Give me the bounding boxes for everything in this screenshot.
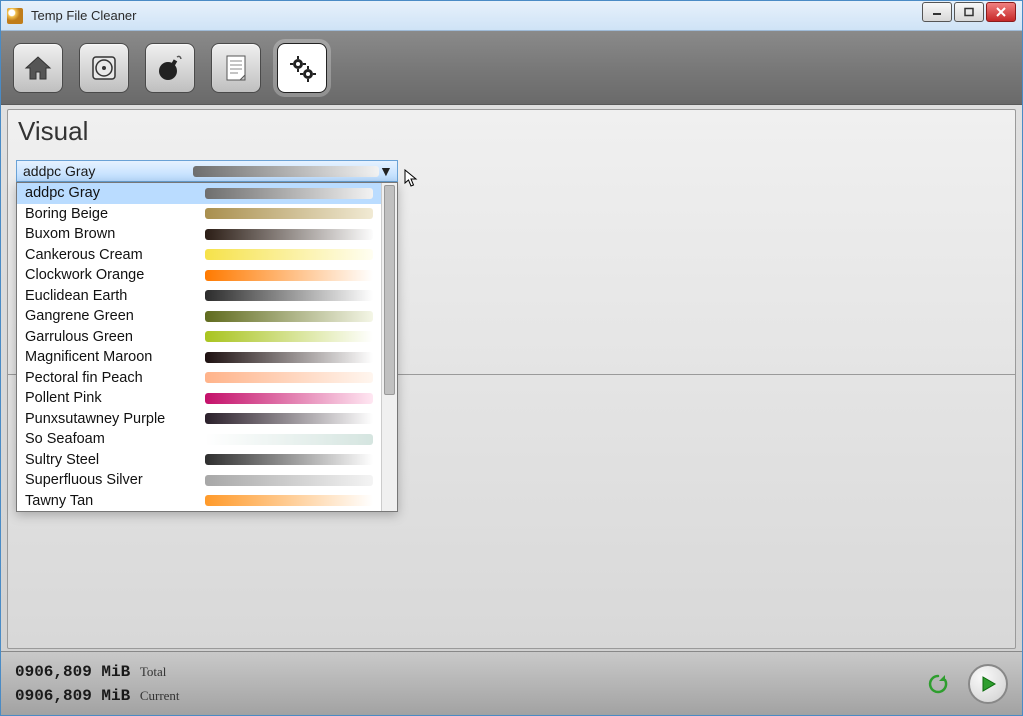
option-swatch [205, 413, 373, 424]
option-label: Superfluous Silver [25, 472, 205, 488]
option-label: Clockwork Orange [25, 267, 205, 283]
stat-current-label: Current [140, 688, 180, 703]
clean-button[interactable] [145, 43, 195, 93]
option-label: Pectoral fin Peach [25, 370, 205, 386]
window-title: Temp File Cleaner [31, 8, 137, 23]
option-label: Boring Beige [25, 206, 205, 222]
theme-option[interactable]: Euclidean Earth [17, 286, 381, 307]
home-icon [22, 52, 54, 84]
option-label: Punxsutawney Purple [25, 411, 205, 427]
theme-option[interactable]: Clockwork Orange [17, 265, 381, 286]
option-swatch [205, 270, 373, 281]
option-swatch [205, 290, 373, 301]
option-label: Euclidean Earth [25, 288, 205, 304]
option-swatch [205, 352, 373, 363]
maximize-button[interactable] [954, 2, 984, 22]
minimize-button[interactable] [922, 2, 952, 22]
theme-option[interactable]: Pollent Pink [17, 388, 381, 409]
stat-total-label: Total [140, 664, 167, 679]
section-title: Visual [8, 110, 1015, 147]
option-swatch [205, 208, 373, 219]
theme-dropdown[interactable]: addpc Gray Boring Beige Buxom Brown Cankero… [16, 182, 398, 512]
stat-total-value: 0906,809 MiB [15, 663, 130, 681]
disk-icon [88, 52, 120, 84]
home-button[interactable] [13, 43, 63, 93]
stat-current: 0906,809 MiB Current [15, 684, 1008, 708]
report-button[interactable] [211, 43, 261, 93]
option-label: Tawny Tan [25, 493, 205, 509]
option-label: So Seafoam [25, 431, 205, 447]
close-icon [995, 7, 1007, 17]
theme-option[interactable]: Buxom Brown [17, 224, 381, 245]
close-button[interactable] [986, 2, 1016, 22]
theme-option[interactable]: Tawny Tan [17, 491, 381, 512]
bomb-icon [154, 52, 186, 84]
gears-icon [286, 52, 318, 84]
theme-option[interactable]: Pectoral fin Peach [17, 368, 381, 389]
theme-option[interactable]: Punxsutawney Purple [17, 409, 381, 430]
theme-option[interactable]: addpc Gray [17, 183, 381, 204]
option-swatch [205, 495, 373, 506]
theme-selected-label: addpc Gray [23, 163, 193, 179]
theme-select[interactable]: addpc Gray ▼ [16, 160, 398, 182]
play-icon [979, 675, 997, 693]
theme-option[interactable]: Sultry Steel [17, 450, 381, 471]
option-label: Magnificent Maroon [25, 349, 205, 365]
stat-current-value: 0906,809 MiB [15, 687, 130, 705]
theme-option[interactable]: Cankerous Cream [17, 245, 381, 266]
app-icon [7, 8, 23, 24]
refresh-icon[interactable] [926, 672, 950, 696]
scrollbar-thumb[interactable] [384, 185, 395, 395]
option-swatch [205, 372, 373, 383]
option-swatch [205, 393, 373, 404]
minimize-icon [931, 7, 943, 17]
option-label: Pollent Pink [25, 390, 205, 406]
option-label: Gangrene Green [25, 308, 205, 324]
option-swatch [205, 311, 373, 322]
option-swatch [205, 331, 373, 342]
maximize-icon [963, 7, 975, 17]
settings-button[interactable] [277, 43, 327, 93]
window-controls [922, 2, 1016, 22]
toolbar [1, 31, 1022, 105]
option-swatch [205, 249, 373, 260]
report-icon [220, 52, 252, 84]
option-label: addpc Gray [25, 185, 205, 201]
option-list: addpc Gray Boring Beige Buxom Brown Cankero… [17, 183, 381, 511]
run-button[interactable] [968, 664, 1008, 704]
theme-option[interactable]: Superfluous Silver [17, 470, 381, 491]
option-label: Cankerous Cream [25, 247, 205, 263]
content-area: Visual addpc Gray ▼ addpc Gray Boring Bei… [1, 105, 1022, 651]
option-swatch [205, 434, 373, 445]
stat-total: 0906,809 MiB Total [15, 660, 1008, 684]
theme-selected-swatch [193, 166, 379, 177]
option-label: Garrulous Green [25, 329, 205, 345]
app-window: Temp File Cleaner [0, 0, 1023, 716]
option-swatch [205, 454, 373, 465]
option-label: Buxom Brown [25, 226, 205, 242]
option-swatch [205, 229, 373, 240]
theme-option[interactable]: Magnificent Maroon [17, 347, 381, 368]
theme-option[interactable]: Boring Beige [17, 204, 381, 225]
theme-option[interactable]: Gangrene Green [17, 306, 381, 327]
scrollbar[interactable] [381, 183, 397, 511]
title-bar[interactable]: Temp File Cleaner [1, 1, 1022, 31]
theme-option[interactable]: So Seafoam [17, 429, 381, 450]
theme-combo: addpc Gray ▼ [16, 160, 398, 182]
option-swatch [205, 188, 373, 199]
mouse-cursor-icon [404, 169, 422, 187]
status-bar: 0906,809 MiB Total 0906,809 MiB Current [1, 651, 1022, 715]
option-label: Sultry Steel [25, 452, 205, 468]
chevron-down-icon: ▼ [379, 163, 391, 179]
settings-panel: Visual addpc Gray ▼ addpc Gray Boring Bei… [7, 109, 1016, 649]
disk-button[interactable] [79, 43, 129, 93]
theme-option[interactable]: Garrulous Green [17, 327, 381, 348]
option-swatch [205, 475, 373, 486]
